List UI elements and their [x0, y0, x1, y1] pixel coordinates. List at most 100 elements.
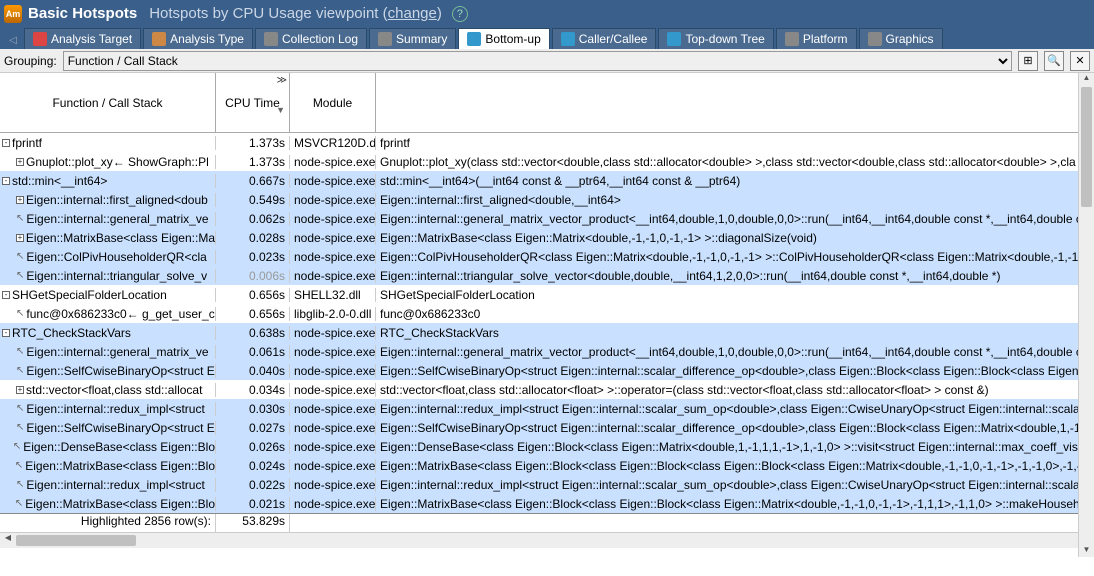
cell-module: node-spice.exe	[290, 478, 376, 492]
cell-function: ↖Eigen::internal::general_matrix_ve	[0, 345, 216, 359]
tab-collection-log[interactable]: Collection Log	[255, 28, 367, 49]
cell-function: ↖Eigen::MatrixBase<class Eigen::Blo	[0, 459, 216, 473]
table-row[interactable]: ↖Eigen::MatrixBase<class Eigen::Blo0.021…	[0, 494, 1094, 513]
app-title: Basic Hotspots	[28, 5, 137, 22]
cell-cpu-time: 0.034s	[216, 383, 290, 397]
collapse-icon[interactable]: -	[2, 291, 10, 299]
scroll-up-icon[interactable]: ▲	[1079, 73, 1094, 85]
function-name: Gnuplot::plot_xy← ShowGraph::Pl	[26, 155, 209, 169]
function-name: Eigen::SelfCwiseBinaryOp<struct E	[26, 421, 214, 435]
function-name: SHGetSpecialFolderLocation	[12, 288, 167, 302]
expand-icon[interactable]: +	[16, 196, 24, 204]
v-scroll-thumb[interactable]	[1081, 87, 1092, 207]
highlighted-rows-label: Highlighted 2856 row(s):	[0, 514, 216, 532]
col-module[interactable]: Module	[290, 73, 376, 132]
cell-module: node-spice.exe	[290, 326, 376, 340]
table-row[interactable]: ↖Eigen::MatrixBase<class Eigen::Blo0.024…	[0, 456, 1094, 475]
table-row[interactable]: ↖Eigen::ColPivHouseholderQR<cla0.023snod…	[0, 247, 1094, 266]
table-row[interactable]: +Eigen::internal::first_aligned<doub0.54…	[0, 190, 1094, 209]
expand-icon[interactable]: +	[16, 386, 24, 394]
customize-columns-icon[interactable]: ⊞	[1018, 51, 1038, 71]
tab-analysis-target[interactable]: Analysis Target	[24, 28, 141, 49]
change-viewpoint-link[interactable]: change	[388, 5, 437, 22]
cell-function: ↖Eigen::internal::redux_impl<struct	[0, 402, 216, 416]
table-row[interactable]: ↖Eigen::internal::redux_impl<struct0.022…	[0, 475, 1094, 494]
table-row[interactable]: +std::vector<float,class std::allocat 0.0…	[0, 380, 1094, 399]
tab-bottom-up[interactable]: Bottom-up	[458, 28, 549, 49]
app-logo-icon: Am	[4, 5, 22, 23]
cell-function: ↖Eigen::MatrixBase<class Eigen::Blo	[0, 497, 216, 511]
collapse-icon[interactable]: -	[2, 329, 10, 337]
tab-icon	[467, 32, 481, 46]
tab-platform[interactable]: Platform	[776, 28, 857, 49]
table-row[interactable]: ↖Eigen::DenseBase<class Eigen::Blo0.026s…	[0, 437, 1094, 456]
cell-full-name: func@0x686233c0	[376, 307, 1094, 321]
horizontal-scrollbar[interactable]: ◀ ▶	[0, 532, 1094, 548]
tab-caller-callee[interactable]: Caller/Callee	[552, 28, 657, 49]
table-row[interactable]: ↖Eigen::internal::general_matrix_ve0.061…	[0, 342, 1094, 361]
cell-full-name: Eigen::SelfCwiseBinaryOp<struct Eigen::i…	[376, 421, 1094, 435]
scroll-down-icon[interactable]: ▼	[1079, 545, 1094, 557]
tab-label: Caller/Callee	[579, 32, 648, 46]
tab-analysis-type[interactable]: Analysis Type	[143, 28, 253, 49]
caller-arrow-icon: ↖	[16, 308, 24, 319]
caller-arrow-icon: ↖	[16, 479, 24, 490]
cell-cpu-time: 1.373s	[216, 136, 290, 150]
table-row[interactable]: -std::min<__int64>0.667snode-spice.exest…	[0, 171, 1094, 190]
cell-function: ↖func@0x686233c0← g_get_user_c	[0, 307, 216, 321]
table-row[interactable]: -fprintf1.373sMSVCR120D.dllfprintf	[0, 133, 1094, 152]
cell-function: ↖Eigen::ColPivHouseholderQR<cla	[0, 250, 216, 264]
help-icon[interactable]: ?	[452, 6, 468, 22]
function-name: Eigen::internal::general_matrix_ve	[26, 345, 208, 359]
cell-function: ↖Eigen::internal::general_matrix_ve	[0, 212, 216, 226]
table-row[interactable]: ↖Eigen::SelfCwiseBinaryOp<struct E0.040s…	[0, 361, 1094, 380]
table-row[interactable]: ↖Eigen::SelfCwiseBinaryOp<struct E0.027s…	[0, 418, 1094, 437]
expand-icon[interactable]: +	[16, 234, 24, 242]
col-function[interactable]: Function / Call Stack	[0, 73, 216, 132]
table-row[interactable]: ↖Eigen::internal::triangular_solve_v0.00…	[0, 266, 1094, 285]
main-panel: Grouping: Function / Call Stack ⊞ 🔍 ✕ Fu…	[0, 49, 1094, 576]
expand-column-icon[interactable]: ≫	[277, 75, 287, 86]
caller-arrow-icon: ↖	[16, 251, 24, 262]
function-name: Eigen::ColPivHouseholderQR<cla	[26, 250, 206, 264]
cell-function: +Gnuplot::plot_xy← ShowGraph::Pl	[0, 155, 216, 169]
cell-module: node-spice.exe	[290, 345, 376, 359]
cell-full-name: Eigen::MatrixBase<class Eigen::Block<cla…	[376, 497, 1094, 511]
tab-icon	[785, 32, 799, 46]
cell-full-name: std::vector<float,class std::allocator<f…	[376, 383, 1094, 397]
cell-function: ↖Eigen::internal::redux_impl<struct	[0, 478, 216, 492]
cell-full-name: Eigen::MatrixBase<class Eigen::Matrix<do…	[376, 231, 1094, 245]
table-row[interactable]: -RTC_CheckStackVars0.638snode-spice.exeR…	[0, 323, 1094, 342]
function-name: std::vector<float,class std::allocat	[26, 383, 202, 397]
tab-icon	[667, 32, 681, 46]
col-full-function[interactable]	[376, 73, 1094, 132]
tab-nav-prev-icon[interactable]: ◁	[4, 31, 22, 49]
cell-full-name: SHGetSpecialFolderLocation	[376, 288, 1094, 302]
table-row[interactable]: +Gnuplot::plot_xy← ShowGraph::Pl1.373sno…	[0, 152, 1094, 171]
vertical-scrollbar[interactable]: ▲ ▼	[1078, 73, 1094, 557]
tab-top-down-tree[interactable]: Top-down Tree	[658, 28, 773, 49]
tab-graphics[interactable]: Graphics	[859, 28, 943, 49]
table-row[interactable]: ↖Eigen::internal::redux_impl<struct0.030…	[0, 399, 1094, 418]
table-row[interactable]: -SHGetSpecialFolderLocation0.656sSHELL32…	[0, 285, 1094, 304]
h-scroll-thumb[interactable]	[16, 535, 136, 546]
highlighted-cpu-total: 53.829s	[216, 514, 290, 532]
table-row[interactable]: ↖Eigen::internal::general_matrix_ve0.062…	[0, 209, 1094, 228]
cell-cpu-time: 0.656s	[216, 307, 290, 321]
search-icon[interactable]: 🔍	[1044, 51, 1064, 71]
expand-icon[interactable]: +	[16, 158, 24, 166]
tools-icon[interactable]: ✕	[1070, 51, 1090, 71]
cell-module: node-spice.exe	[290, 174, 376, 188]
cell-cpu-time: 1.373s	[216, 155, 290, 169]
tab-summary[interactable]: Summary	[369, 28, 456, 49]
col-cpu-time[interactable]: CPU Time ▼ ≫	[216, 73, 290, 132]
caller-arrow-icon: ↖	[16, 422, 24, 433]
table-row[interactable]: ↖func@0x686233c0← g_get_user_c0.656slibg…	[0, 304, 1094, 323]
table-row[interactable]: +Eigen::MatrixBase<class Eigen::Ma0.028s…	[0, 228, 1094, 247]
cell-function: ↖Eigen::DenseBase<class Eigen::Blo	[0, 440, 216, 454]
scroll-left-icon[interactable]: ◀	[0, 533, 16, 548]
collapse-icon[interactable]: -	[2, 139, 10, 147]
collapse-icon[interactable]: -	[2, 177, 10, 185]
grouping-select[interactable]: Function / Call Stack	[63, 51, 1012, 71]
cell-cpu-time: 0.667s	[216, 174, 290, 188]
